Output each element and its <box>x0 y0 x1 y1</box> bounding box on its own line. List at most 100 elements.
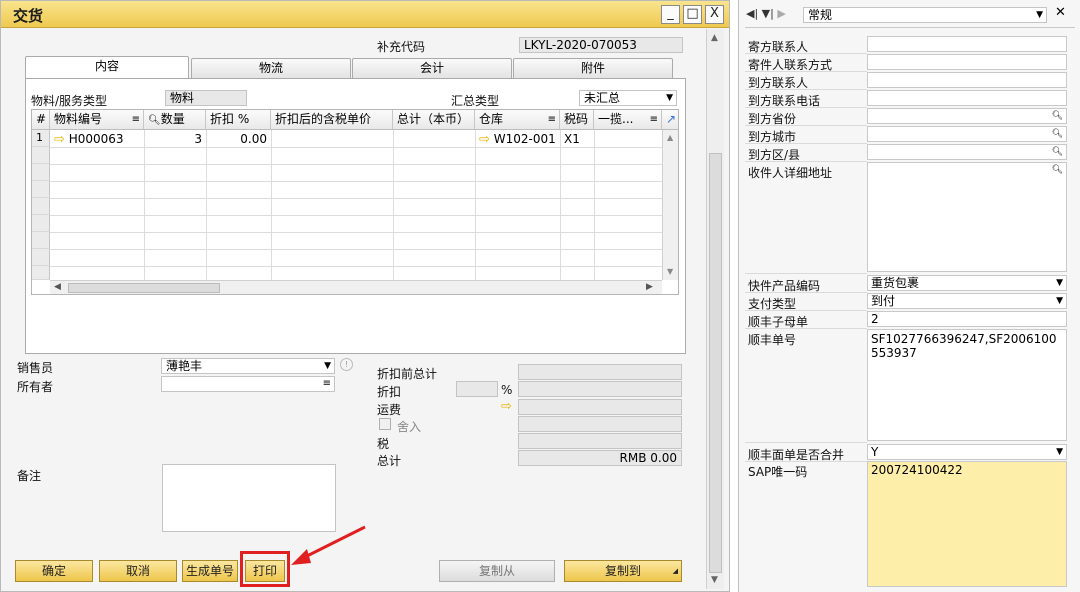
cancel-button[interactable]: 取消 <box>99 560 177 582</box>
category-select[interactable]: 常规 ▼ <box>803 7 1047 23</box>
row-header[interactable] <box>32 198 50 215</box>
info-icon[interactable]: ! <box>340 358 353 371</box>
link-arrow-icon[interactable]: ⇨ <box>501 399 512 414</box>
grid-vertical-scrollbar[interactable]: ▲ ▼ <box>662 130 678 280</box>
tax-field[interactable] <box>518 433 682 449</box>
minimize-button[interactable]: _ <box>661 5 680 24</box>
supp-code-label: 补充代码 <box>377 40 426 54</box>
ok-button[interactable]: 确定 <box>15 560 93 582</box>
discount-percent-field[interactable] <box>456 381 498 397</box>
close-icon[interactable]: ✕ <box>1055 5 1066 20</box>
cell-tax-code[interactable]: X1 <box>564 131 580 147</box>
items-grid: # 物料编号 ≡ 🔍︎数量 折扣 % 折扣后的含税单价 总计（本币） 仓库 ≡ 税码… <box>31 109 679 295</box>
print-button[interactable]: 打印 <box>245 560 285 582</box>
col-header-qty[interactable]: 🔍︎数量 <box>144 110 206 130</box>
supp-code-field[interactable]: LKYL-2020-070053 <box>519 37 683 53</box>
pre-discount-total-field[interactable] <box>518 364 682 380</box>
col-header-tax[interactable]: 税码 <box>560 110 594 130</box>
search-icon[interactable]: 🔍︎ <box>1052 163 1063 177</box>
chevron-up-icon[interactable]: ▲ <box>711 33 718 43</box>
cell-discount[interactable]: 0.00 <box>206 131 267 147</box>
recipient-city-field[interactable]: 🔍︎ <box>867 126 1067 142</box>
search-icon[interactable]: 🔍︎ <box>1052 145 1063 159</box>
col-header-qty-label: 数量 <box>160 112 185 126</box>
title-bar[interactable]: 交货 _ □ X <box>1 1 729 28</box>
col-header-price[interactable]: 折扣后的含税单价 <box>271 110 393 130</box>
summary-type-value: 未汇总 <box>584 91 621 105</box>
cell-warehouse[interactable]: ⇨ W102-001 <box>479 131 556 148</box>
cell-qty[interactable]: 3 <box>144 131 202 147</box>
grid-line <box>50 147 662 148</box>
divider <box>745 442 867 443</box>
col-header-blanket[interactable]: 一揽... ≡ <box>594 110 662 130</box>
recipient-province-field[interactable]: 🔍︎ <box>867 108 1067 124</box>
col-header-total[interactable]: 总计（本币） <box>393 110 475 130</box>
sf-merge-select[interactable]: Y ▼ <box>867 444 1067 460</box>
dropdown-arrow-icon[interactable]: ▼| <box>762 7 774 20</box>
row-header[interactable] <box>32 232 50 249</box>
chevron-down-icon[interactable]: ▼ <box>711 575 718 585</box>
annotation-arrow-icon <box>291 525 366 565</box>
freight-field[interactable] <box>518 399 682 415</box>
sales-employee-select[interactable]: 薄艳丰 ▼ <box>161 358 335 374</box>
close-button[interactable]: X <box>705 5 724 24</box>
row-header[interactable] <box>32 164 50 181</box>
col-header-discount[interactable]: 折扣 % <box>206 110 271 130</box>
tab-content[interactable]: 内容 <box>25 56 189 79</box>
rounding-field[interactable] <box>518 416 682 432</box>
sf-multi-piece-field[interactable]: 2 <box>867 311 1067 327</box>
scroll-thumb[interactable] <box>709 153 722 573</box>
row-header[interactable] <box>32 147 50 164</box>
chevron-down-icon[interactable]: ▼ <box>667 267 673 276</box>
divider <box>745 125 867 126</box>
col-header-warehouse[interactable]: 仓库 ≡ <box>475 110 560 130</box>
table-row[interactable]: ⇨ H000063 <box>54 131 124 148</box>
item-type-field[interactable]: 物料 <box>165 90 247 106</box>
tab-attachments[interactable]: 附件 <box>513 58 673 78</box>
row-header[interactable] <box>32 215 50 232</box>
recipient-address-label: 收件人详细地址 <box>748 166 833 180</box>
col-header-num[interactable]: # <box>32 110 50 130</box>
expand-icon[interactable]: ↗ <box>662 110 678 130</box>
row-header[interactable]: 1 <box>32 130 50 147</box>
sender-phone-field[interactable] <box>867 54 1067 70</box>
rounding-checkbox[interactable] <box>379 418 391 430</box>
tab-logistics[interactable]: 物流 <box>191 58 351 78</box>
sender-contact-field[interactable] <box>867 36 1067 52</box>
chevron-up-icon[interactable]: ▲ <box>667 133 673 142</box>
window-vertical-scrollbar[interactable]: ▲ ▼ <box>706 29 724 589</box>
col-header-item[interactable]: 物料编号 ≡ <box>50 110 144 130</box>
maximize-button[interactable]: □ <box>683 5 702 24</box>
row-header[interactable] <box>32 249 50 266</box>
discount-amount-field[interactable] <box>518 381 682 397</box>
recipient-contact-field[interactable] <box>867 72 1067 88</box>
delivery-window: 交货 _ □ X 补充代码 LKYL-2020-070053 内容 物流 会计 … <box>0 0 730 592</box>
next-arrow-icon[interactable]: ▶ <box>777 7 785 20</box>
product-code-select[interactable]: 重货包裹 ▼ <box>867 275 1067 291</box>
summary-type-select[interactable]: 未汇总 ▼ <box>579 90 677 106</box>
sf-merge-value: Y <box>871 445 879 459</box>
link-arrow-icon[interactable]: ⇨ <box>479 132 490 147</box>
search-icon[interactable]: 🔍︎ <box>1052 109 1063 123</box>
grid-horizontal-scrollbar[interactable]: ◀ ▶ <box>50 280 662 294</box>
generate-number-button[interactable]: 生成单号 <box>182 560 238 582</box>
row-header[interactable] <box>32 181 50 198</box>
tab-accounting[interactable]: 会计 <box>352 58 512 78</box>
recipient-address-field[interactable]: 🔍︎ <box>867 162 1067 272</box>
chevron-left-icon[interactable]: ◀ <box>54 282 61 292</box>
link-arrow-icon[interactable]: ⇨ <box>54 132 65 147</box>
prev-arrow-icon[interactable]: ◀| <box>746 7 758 20</box>
row-header[interactable] <box>32 266 50 280</box>
total-field[interactable]: RMB 0.00 <box>518 450 682 466</box>
recipient-phone-field[interactable] <box>867 90 1067 106</box>
scroll-thumb[interactable] <box>68 283 220 293</box>
sap-unique-code-field[interactable]: 200724100422 <box>867 461 1067 587</box>
copy-to-button[interactable]: 复制到 ◢ <box>564 560 682 582</box>
search-icon[interactable]: 🔍︎ <box>1052 127 1063 141</box>
sf-tracking-field[interactable]: SF1027766396247,SF2006100553937 <box>867 329 1067 441</box>
chevron-right-icon[interactable]: ▶ <box>646 282 653 292</box>
payment-type-select[interactable]: 到付 ▼ <box>867 293 1067 309</box>
recipient-district-field[interactable]: 🔍︎ <box>867 144 1067 160</box>
owner-field[interactable]: ≡ <box>161 376 335 392</box>
copy-from-button[interactable]: 复制从 <box>439 560 555 582</box>
